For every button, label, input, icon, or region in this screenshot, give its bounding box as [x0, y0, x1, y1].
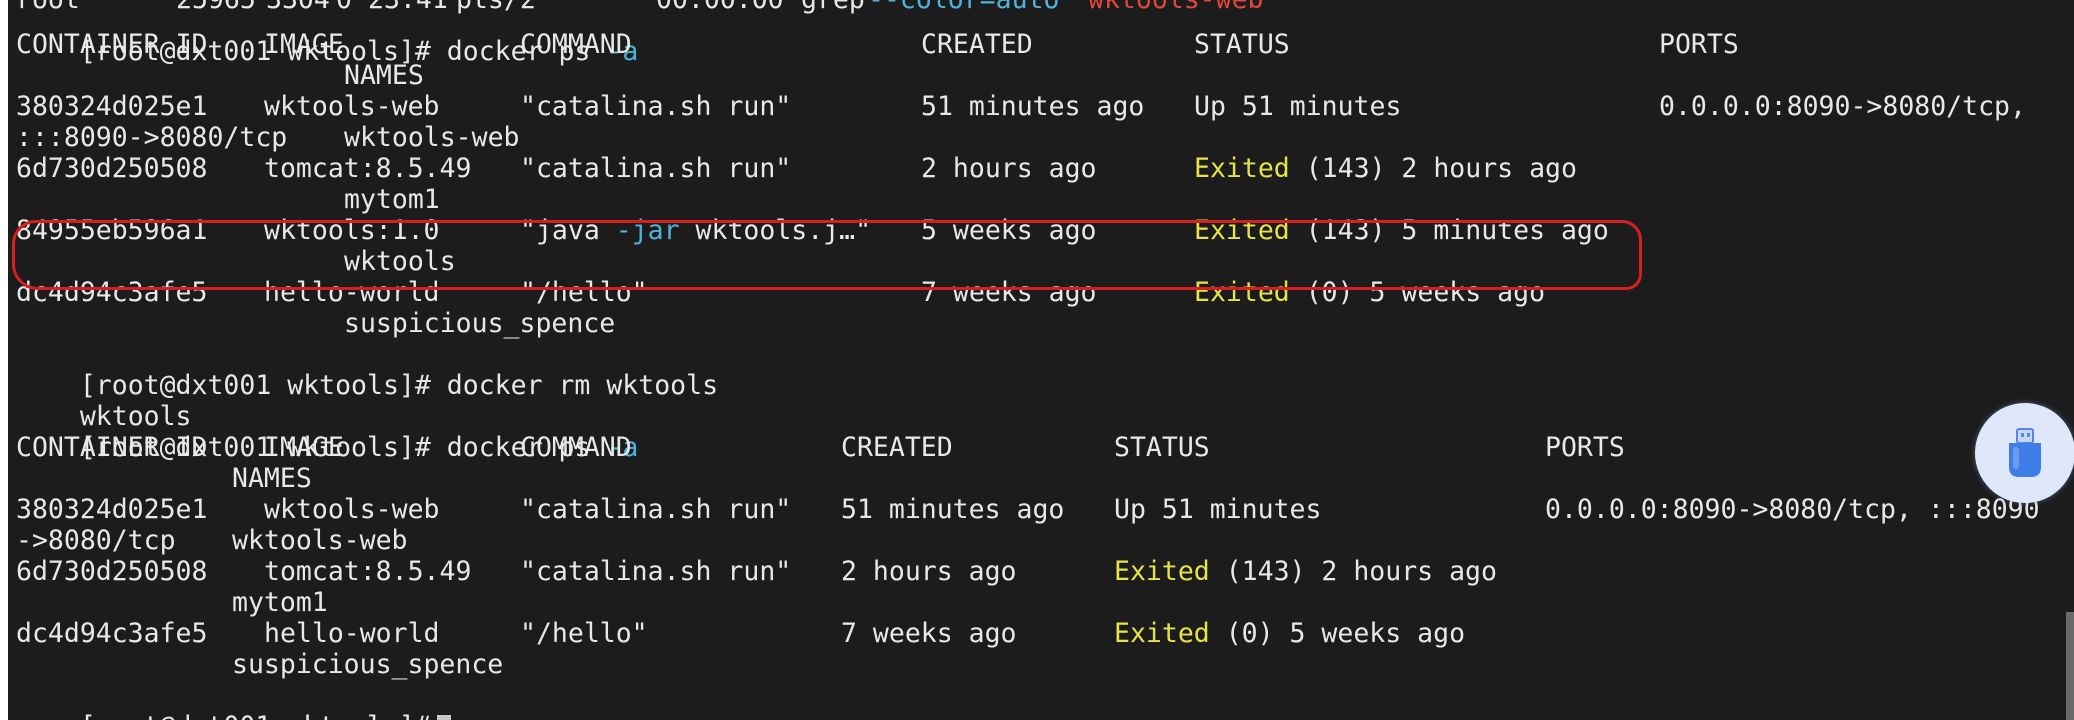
command-line-active[interactable]: [root@dxt001 wktools]#: [16, 680, 451, 720]
table-row-wrap: wktools: [344, 246, 456, 277]
table-row-wrap: mytom1: [344, 184, 440, 215]
table-row-wrap: mytom1: [232, 587, 328, 618]
table-row: dc4d94c3afe5 hello-world "/hello" 7 week…: [16, 277, 1546, 308]
table-row: 380324d025e1 wktools-web "catalina.sh ru…: [16, 494, 2040, 525]
usb-drive-icon: [2009, 428, 2041, 477]
text-cursor[interactable]: [436, 715, 451, 720]
table-row-highlighted: 84955eb596a1 wktools:1.0 "java -jar wkto…: [16, 215, 1609, 246]
table-row-wrap: suspicious_spence: [344, 308, 616, 339]
usb-drive-button[interactable]: [1975, 403, 2074, 503]
command-line: [root@dxt001 wktools]# docker rm wktools: [16, 339, 718, 401]
table-row: 380324d025e1 wktools-web "catalina.sh ru…: [16, 91, 2026, 122]
table-row: dc4d94c3afe5 hello-world "/hello" 7 week…: [16, 618, 1466, 649]
command-line: [root@dxt001 wktools]# docker ps -a: [16, 401, 638, 463]
scrollbar-thumb[interactable]: [2066, 612, 2074, 720]
table-header: CONTAINER ID IMAGE COMMAND CREATED STATU…: [16, 29, 1739, 60]
command-output: wktools: [79, 401, 192, 432]
shell-prompt: [root@dxt001 wktools]#: [80, 711, 431, 720]
table-row-wrap: ->8080/tcp wktools-web: [16, 525, 408, 556]
terminal-window[interactable]: root 25965 3304 0 23:41 pts/2 00:00:00 g…: [8, 0, 2074, 720]
table-header-wrap: NAMES: [344, 60, 424, 91]
table-header-wrap: NAMES: [232, 463, 312, 494]
table-row-wrap: suspicious_spence: [232, 649, 504, 680]
table-row-wrap: :::8090->8080/tcp wktools-web: [16, 122, 520, 153]
table-row: 6d730d250508 tomcat:8.5.49 "catalina.sh …: [16, 556, 1497, 587]
command-text: docker rm wktools: [446, 370, 719, 401]
table-row: 6d730d250508 tomcat:8.5.49 "catalina.sh …: [16, 153, 1577, 184]
table-header: CONTAINER ID IMAGE COMMAND CREATED STATU…: [16, 432, 1625, 463]
